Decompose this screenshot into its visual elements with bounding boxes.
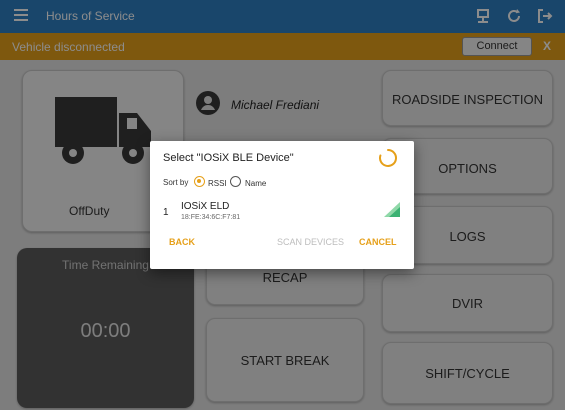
sort-name-radio[interactable] <box>230 176 241 187</box>
sort-rssi-label: RSSI <box>208 179 227 188</box>
sort-by-label: Sort by <box>163 178 189 187</box>
select-device-dialog: Select "IOSiX BLE Device" Sort by RSSI N… <box>150 141 414 269</box>
device-mac: 18:FE:34:6C:F7:81 <box>181 214 241 221</box>
signal-strength-icon <box>384 202 400 217</box>
device-name: IOSiX ELD <box>181 201 230 212</box>
cancel-button[interactable]: CANCEL <box>359 237 397 247</box>
dialog-title: Select "IOSiX BLE Device" <box>163 152 294 164</box>
sort-rssi-radio[interactable] <box>194 176 205 187</box>
sort-name-label: Name <box>245 179 267 188</box>
scan-devices-button[interactable]: SCAN DEVICES <box>277 237 344 247</box>
back-button[interactable]: BACK <box>169 237 195 247</box>
device-index: 1 <box>163 207 169 218</box>
loading-spinner-icon <box>379 149 397 167</box>
